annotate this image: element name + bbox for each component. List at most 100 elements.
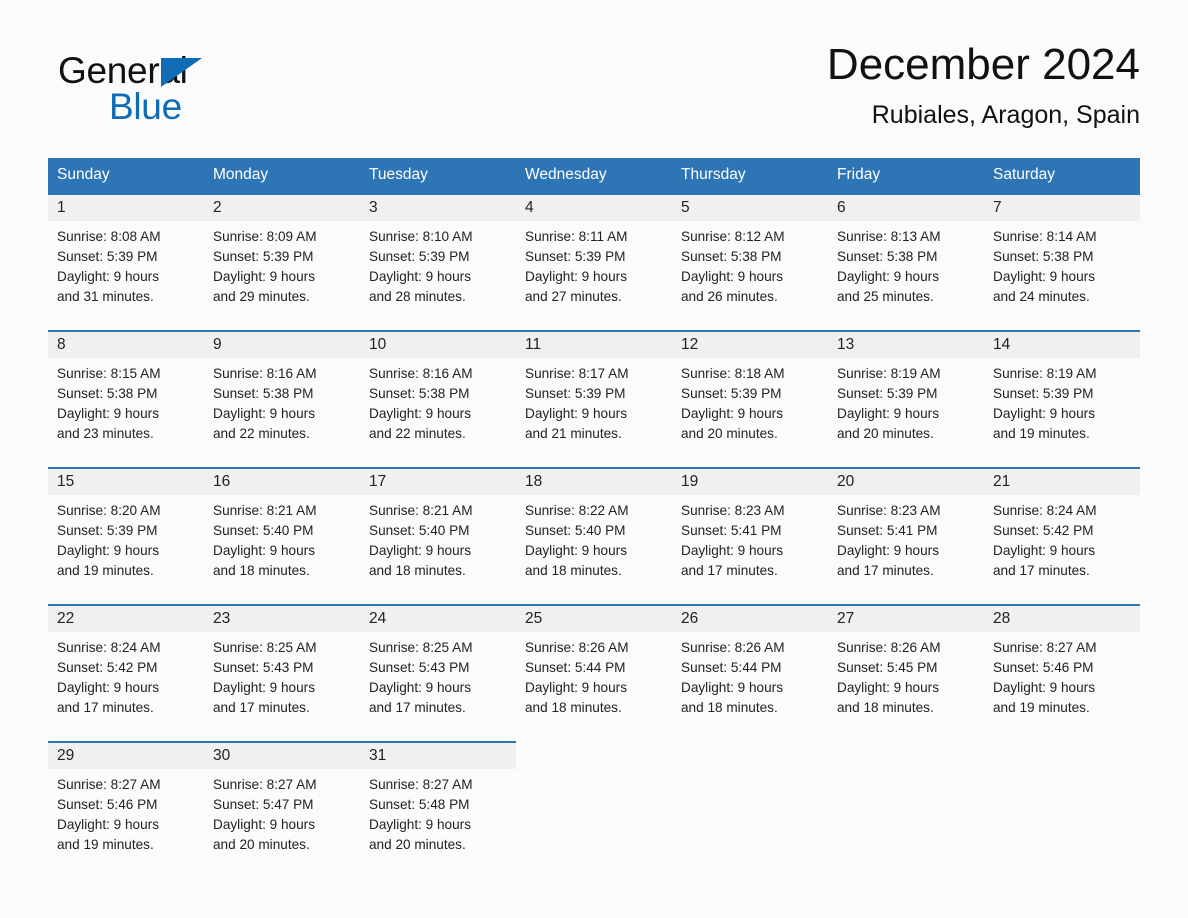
sunset-text: Sunset: 5:39 PM [993, 386, 1094, 401]
day-cell[interactable]: Sunrise: 8:18 AM Sunset: 5:39 PM Dayligh… [672, 358, 828, 454]
day-number[interactable]: 4 [516, 193, 672, 221]
day-cell[interactable]: Sunrise: 8:25 AM Sunset: 5:43 PM Dayligh… [204, 632, 360, 728]
day-number[interactable]: 9 [204, 330, 360, 358]
general-blue-logo[interactable]: General Blue [58, 50, 318, 140]
week-4-daynum-row: 22 23 24 25 26 27 28 [48, 604, 1140, 632]
day-cell[interactable]: Sunrise: 8:21 AM Sunset: 5:40 PM Dayligh… [204, 495, 360, 591]
calendar-page: General Blue December 2024 Rubiales, Ara… [0, 0, 1188, 918]
weekday-header-friday: Friday [828, 158, 984, 194]
day-number[interactable]: 24 [360, 604, 516, 632]
day-number[interactable]: 19 [672, 467, 828, 495]
day-number[interactable]: 13 [828, 330, 984, 358]
week-5-daynum-row: 29 30 31 [48, 741, 1140, 769]
day-number[interactable]: 7 [984, 193, 1140, 221]
day-number[interactable]: 25 [516, 604, 672, 632]
day-cell[interactable]: Sunrise: 8:16 AM Sunset: 5:38 PM Dayligh… [204, 358, 360, 454]
day-cell[interactable]: Sunrise: 8:11 AM Sunset: 5:39 PM Dayligh… [516, 221, 672, 317]
daylight-text-line2: and 19 minutes. [993, 700, 1090, 715]
daylight-text-line2: and 28 minutes. [369, 289, 466, 304]
day-number[interactable]: 6 [828, 193, 984, 221]
day-cell[interactable]: Sunrise: 8:23 AM Sunset: 5:41 PM Dayligh… [672, 495, 828, 591]
daylight-text-line1: Daylight: 9 hours [681, 680, 784, 695]
day-number[interactable]: 23 [204, 604, 360, 632]
day-number[interactable]: 18 [516, 467, 672, 495]
sunrise-text: Sunrise: 8:25 AM [369, 640, 473, 655]
sunrise-text: Sunrise: 8:26 AM [681, 640, 785, 655]
day-cell[interactable]: Sunrise: 8:26 AM Sunset: 5:45 PM Dayligh… [828, 632, 984, 728]
sunset-text: Sunset: 5:39 PM [57, 249, 158, 264]
daylight-text-line2: and 17 minutes. [993, 563, 1090, 578]
daylight-text-line2: and 17 minutes. [837, 563, 934, 578]
day-number[interactable]: 27 [828, 604, 984, 632]
calendar-table: Sunday Monday Tuesday Wednesday Thursday… [48, 158, 1140, 865]
day-number[interactable]: 22 [48, 604, 204, 632]
day-cell[interactable]: Sunrise: 8:13 AM Sunset: 5:38 PM Dayligh… [828, 221, 984, 317]
sunrise-text: Sunrise: 8:14 AM [993, 229, 1097, 244]
day-cell[interactable]: Sunrise: 8:27 AM Sunset: 5:48 PM Dayligh… [360, 769, 516, 865]
sunset-text: Sunset: 5:41 PM [681, 523, 782, 538]
day-cell[interactable]: Sunrise: 8:27 AM Sunset: 5:46 PM Dayligh… [48, 769, 204, 865]
day-cell[interactable]: Sunrise: 8:12 AM Sunset: 5:38 PM Dayligh… [672, 221, 828, 317]
day-cell[interactable]: Sunrise: 8:09 AM Sunset: 5:39 PM Dayligh… [204, 221, 360, 317]
day-cell[interactable]: Sunrise: 8:26 AM Sunset: 5:44 PM Dayligh… [516, 632, 672, 728]
day-number[interactable]: 2 [204, 193, 360, 221]
sunrise-text: Sunrise: 8:20 AM [57, 503, 161, 518]
day-cell[interactable]: Sunrise: 8:14 AM Sunset: 5:38 PM Dayligh… [984, 221, 1140, 317]
weekday-header-wednesday: Wednesday [516, 158, 672, 194]
day-number[interactable]: 20 [828, 467, 984, 495]
day-number[interactable]: 28 [984, 604, 1140, 632]
day-cell[interactable]: Sunrise: 8:23 AM Sunset: 5:41 PM Dayligh… [828, 495, 984, 591]
day-number[interactable]: 14 [984, 330, 1140, 358]
day-number[interactable]: 10 [360, 330, 516, 358]
day-cell[interactable]: Sunrise: 8:17 AM Sunset: 5:39 PM Dayligh… [516, 358, 672, 454]
day-number[interactable]: 8 [48, 330, 204, 358]
daylight-text-line1: Daylight: 9 hours [57, 269, 160, 284]
day-number[interactable]: 15 [48, 467, 204, 495]
week-separator [48, 591, 1140, 605]
day-number[interactable]: 17 [360, 467, 516, 495]
day-number[interactable]: 11 [516, 330, 672, 358]
day-cell[interactable]: Sunrise: 8:25 AM Sunset: 5:43 PM Dayligh… [360, 632, 516, 728]
day-number[interactable]: 21 [984, 467, 1140, 495]
day-cell[interactable]: Sunrise: 8:08 AM Sunset: 5:39 PM Dayligh… [48, 221, 204, 317]
day-number[interactable]: 31 [360, 741, 516, 769]
day-number[interactable]: 26 [672, 604, 828, 632]
daylight-text-line1: Daylight: 9 hours [993, 406, 1096, 421]
daylight-text-line2: and 19 minutes. [57, 563, 154, 578]
daylight-text-line2: and 24 minutes. [993, 289, 1090, 304]
daylight-text-line1: Daylight: 9 hours [213, 680, 316, 695]
day-number[interactable]: 5 [672, 193, 828, 221]
day-cell[interactable]: Sunrise: 8:24 AM Sunset: 5:42 PM Dayligh… [984, 495, 1140, 591]
day-number[interactable]: 16 [204, 467, 360, 495]
day-cell[interactable]: Sunrise: 8:19 AM Sunset: 5:39 PM Dayligh… [984, 358, 1140, 454]
week-1-info-row: Sunrise: 8:08 AM Sunset: 5:39 PM Dayligh… [48, 221, 1140, 317]
sunset-text: Sunset: 5:48 PM [369, 797, 470, 812]
day-number[interactable]: 3 [360, 193, 516, 221]
daylight-text-line1: Daylight: 9 hours [57, 817, 160, 832]
day-cell[interactable]: Sunrise: 8:15 AM Sunset: 5:38 PM Dayligh… [48, 358, 204, 454]
week-5-info-row: Sunrise: 8:27 AM Sunset: 5:46 PM Dayligh… [48, 769, 1140, 865]
day-number[interactable]: 1 [48, 193, 204, 221]
day-cell[interactable]: Sunrise: 8:27 AM Sunset: 5:47 PM Dayligh… [204, 769, 360, 865]
day-number[interactable]: 30 [204, 741, 360, 769]
day-cell[interactable]: Sunrise: 8:22 AM Sunset: 5:40 PM Dayligh… [516, 495, 672, 591]
sunset-text: Sunset: 5:46 PM [993, 660, 1094, 675]
day-cell[interactable]: Sunrise: 8:20 AM Sunset: 5:39 PM Dayligh… [48, 495, 204, 591]
page-title: December 2024 [826, 40, 1140, 89]
day-number[interactable]: 12 [672, 330, 828, 358]
day-cell[interactable]: Sunrise: 8:26 AM Sunset: 5:44 PM Dayligh… [672, 632, 828, 728]
sunrise-text: Sunrise: 8:26 AM [837, 640, 941, 655]
logo-text-blue: Blue [109, 86, 182, 127]
daylight-text-line2: and 20 minutes. [213, 837, 310, 852]
sunset-text: Sunset: 5:38 PM [993, 249, 1094, 264]
day-cell[interactable]: Sunrise: 8:19 AM Sunset: 5:39 PM Dayligh… [828, 358, 984, 454]
day-cell[interactable]: Sunrise: 8:10 AM Sunset: 5:39 PM Dayligh… [360, 221, 516, 317]
sunset-text: Sunset: 5:38 PM [681, 249, 782, 264]
day-cell[interactable]: Sunrise: 8:27 AM Sunset: 5:46 PM Dayligh… [984, 632, 1140, 728]
day-cell[interactable]: Sunrise: 8:16 AM Sunset: 5:38 PM Dayligh… [360, 358, 516, 454]
day-number[interactable]: 29 [48, 741, 204, 769]
sunset-text: Sunset: 5:38 PM [213, 386, 314, 401]
day-cell[interactable]: Sunrise: 8:24 AM Sunset: 5:42 PM Dayligh… [48, 632, 204, 728]
sunset-text: Sunset: 5:39 PM [57, 523, 158, 538]
day-cell[interactable]: Sunrise: 8:21 AM Sunset: 5:40 PM Dayligh… [360, 495, 516, 591]
